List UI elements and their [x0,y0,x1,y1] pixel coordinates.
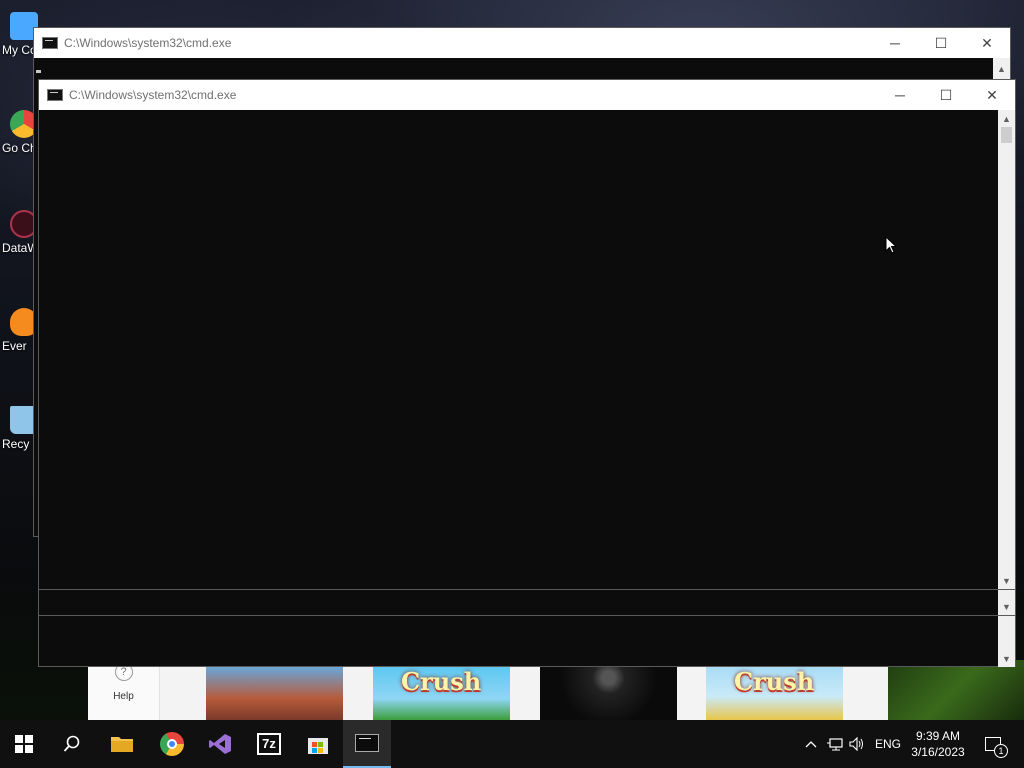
chrome-icon [160,732,184,756]
notification-count: 1 [994,744,1008,758]
speaker-icon [849,737,863,751]
search-icon [63,735,80,752]
network-button[interactable] [824,720,846,768]
tile-title: Crush [734,667,815,696]
title-bar[interactable]: C:\Windows\system32\cmd.exe ─ ☐ ✕ [34,28,1010,58]
cmd-icon [42,37,58,49]
cmd-icon [47,89,63,101]
store-tile-candy-crush-soda[interactable]: Crush [706,667,843,720]
scroll-down-icon[interactable]: ▼ [998,650,1015,667]
store-tile-roblox[interactable] [206,667,343,720]
help-label: Help [113,691,134,702]
minimize-button[interactable]: ─ [872,28,918,58]
pane-divider [39,615,1015,616]
input-language-button[interactable]: ENG [872,720,904,768]
taskbar-command-prompt[interactable] [343,720,391,768]
scrollbar[interactable]: ▼ [998,616,1015,667]
text-cursor [36,70,41,73]
volume-button[interactable] [846,720,868,768]
chevron-up-icon [805,741,817,748]
tile-title: Crush [401,667,482,696]
taskbar-chrome[interactable] [148,720,196,768]
scrollbar[interactable]: ▲ [993,58,1010,80]
console-output-area[interactable] [39,110,998,666]
clock-date: 3/16/2023 [911,745,965,759]
minimize-button[interactable]: ─ [877,80,923,110]
cmd-icon [355,734,379,752]
wallpaper-grass [885,660,1024,720]
store-tile-candy-crush-saga[interactable]: Crush [373,667,510,720]
title-bar[interactable]: C:\Windows\system32\cmd.exe ─ ☐ ✕ [39,80,1015,110]
clock-time: 9:39 AM [915,729,961,743]
visual-studio-icon [209,734,231,754]
scrollbar[interactable]: ▲ ▼ [998,110,1015,589]
cmd-window-front[interactable]: C:\Windows\system32\cmd.exe ─ ☐ ✕ ▲ ▼ ▼ … [38,79,1016,667]
mouse-pointer-icon [885,236,897,254]
start-button[interactable] [0,720,48,768]
taskbar-microsoft-store[interactable] [294,720,342,768]
scroll-down-icon[interactable]: ▼ [998,572,1015,589]
close-button[interactable]: ✕ [969,80,1015,110]
scroll-down-icon[interactable]: ▼ [998,598,1015,615]
windows-logo-icon [15,735,33,753]
maximize-button[interactable]: ☐ [923,80,969,110]
search-button[interactable] [48,720,96,768]
scroll-up-icon[interactable]: ▲ [993,60,1010,77]
network-icon [827,738,843,751]
taskbar: 7z ENG 9:39 AM 3/16/2023 1 [0,720,1024,768]
scroll-thumb[interactable] [1001,127,1012,143]
action-center-button[interactable]: 1 [978,720,1008,768]
window-title: C:\Windows\system32\cmd.exe [64,36,232,50]
clock[interactable]: 9:39 AM 3/16/2023 [906,720,970,768]
pane-divider [39,589,1015,590]
taskbar-visual-studio[interactable] [196,720,244,768]
window-title: C:\Windows\system32\cmd.exe [69,88,237,102]
taskbar-file-explorer[interactable] [98,720,146,768]
close-button[interactable]: ✕ [964,28,1010,58]
help-button[interactable]: ? Help [88,663,160,720]
store-icon [308,738,328,754]
scroll-up-icon[interactable]: ▲ [998,110,1015,127]
notification-icon: 1 [985,737,1008,758]
seven-zip-label: 7z [262,736,276,751]
scrollbar[interactable]: ▼ [998,590,1015,615]
store-strip: ? Help Crush Crush [88,663,888,720]
taskbar-7zip[interactable]: 7z [245,720,293,768]
folder-icon [111,737,133,752]
seven-zip-icon: 7z [257,733,281,755]
maximize-button[interactable]: ☐ [918,28,964,58]
show-hidden-icons-button[interactable] [800,720,822,768]
store-tile-dark-game[interactable] [540,667,677,720]
